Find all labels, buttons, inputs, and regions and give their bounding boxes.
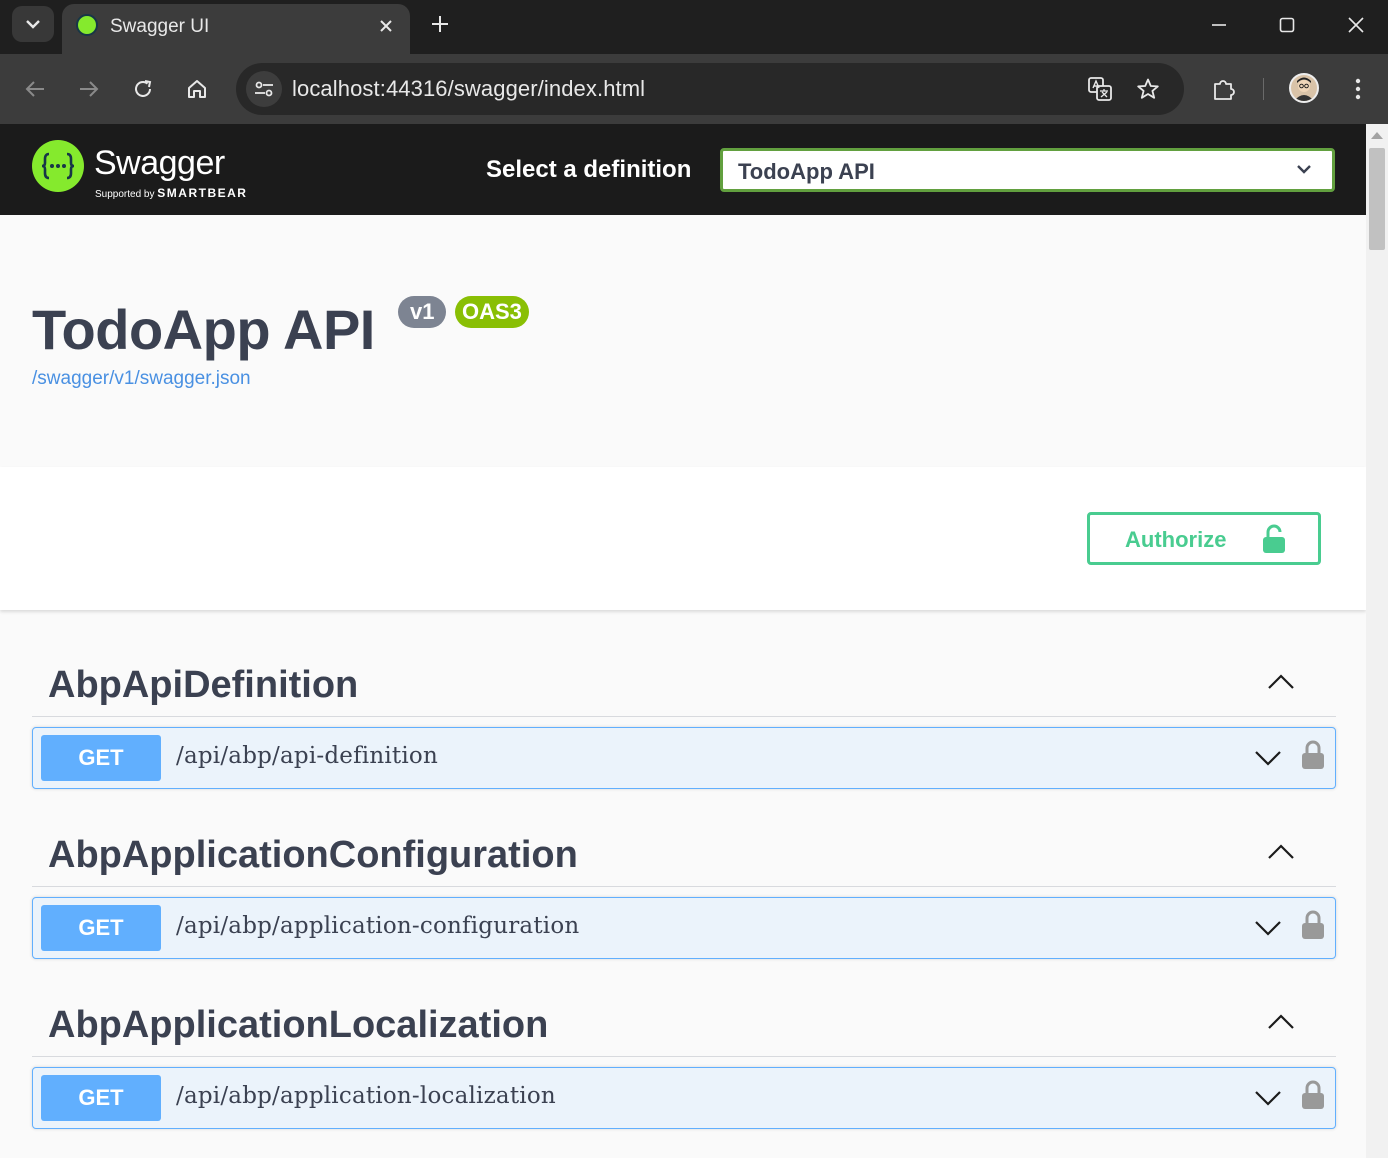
operation-get-application-localization[interactable]: GET /api/abp/application-localization <box>32 1067 1336 1129</box>
back-button[interactable] <box>17 71 53 107</box>
user-avatar-icon <box>1294 77 1314 101</box>
operation-get-api-definition[interactable]: GET /api/abp/api-definition <box>32 727 1336 789</box>
browser-toolbar: localhost:44316/swagger/index.html <box>0 54 1388 124</box>
tag-section-header[interactable]: AbpApiDefinition <box>32 654 1336 717</box>
lock-icon[interactable] <box>1301 1080 1325 1110</box>
chevron-down-icon[interactable] <box>1253 1088 1283 1108</box>
api-title: TodoApp API <box>32 298 375 361</box>
operation-path: /api/abp/application-localization <box>176 1083 556 1109</box>
minimize-button[interactable] <box>1199 8 1239 42</box>
http-method-badge: GET <box>41 905 161 951</box>
translate-button[interactable] <box>1082 71 1118 107</box>
api-info: TodoApp API v1 OAS3 /swagger/v1/swagger.… <box>0 215 1366 467</box>
definition-select-value: TodoApp API <box>738 159 875 184</box>
http-method-badge: GET <box>41 1075 161 1121</box>
definition-select[interactable]: TodoApp API <box>720 148 1335 192</box>
tag-section-title: AbpApplicationConfiguration <box>48 834 578 876</box>
swagger-logo-text: Swagger <box>94 144 225 182</box>
browser-tab-bar: Swagger UI <box>0 0 1388 54</box>
page-viewport: Swagger Supported by SMARTBEAR Select a … <box>0 124 1366 1158</box>
minimize-icon <box>1212 24 1226 26</box>
tagline-brand: SMARTBEAR <box>157 186 248 200</box>
swagger-json-link[interactable]: /swagger/v1/swagger.json <box>32 368 251 390</box>
operation-path: /api/abp/application-configuration <box>176 913 580 939</box>
plus-icon <box>432 16 448 32</box>
bookmark-button[interactable] <box>1130 71 1166 107</box>
http-method-badge: GET <box>41 735 161 781</box>
tab-search-button[interactable] <box>12 6 54 42</box>
scroll-up-arrow-icon[interactable] <box>1371 132 1383 139</box>
more-vertical-icon <box>1355 78 1361 100</box>
chevron-down-icon <box>26 20 40 29</box>
profile-avatar[interactable] <box>1289 73 1319 103</box>
scrollbar-thumb[interactable] <box>1369 148 1385 250</box>
chevron-down-icon <box>1297 165 1311 174</box>
toolbar-divider <box>1263 78 1264 100</box>
lock-icon[interactable] <box>1301 740 1325 770</box>
select-definition-label: Select a definition <box>486 156 692 183</box>
extensions-button[interactable] <box>1206 71 1242 107</box>
browser-tab-active[interactable]: Swagger UI <box>62 4 410 54</box>
operation-path: /api/abp/api-definition <box>176 743 438 769</box>
home-button[interactable] <box>179 71 215 107</box>
reload-button[interactable] <box>125 71 161 107</box>
chevron-down-icon[interactable] <box>1253 748 1283 768</box>
tune-icon <box>255 81 273 97</box>
chevron-up-icon[interactable] <box>1266 672 1296 692</box>
close-window-button[interactable] <box>1336 8 1376 42</box>
maximize-icon <box>1279 17 1295 33</box>
arrow-left-icon <box>25 81 44 97</box>
close-icon <box>380 20 392 32</box>
forward-button[interactable] <box>71 71 107 107</box>
authorize-label: Authorize <box>1125 527 1227 552</box>
chevron-down-icon[interactable] <box>1253 918 1283 938</box>
tagline-prefix: Supported by <box>95 189 155 200</box>
swagger-favicon-icon <box>76 14 98 36</box>
tab-close-button[interactable] <box>372 12 400 40</box>
puzzle-icon <box>1214 80 1235 100</box>
scheme-container: Authorize <box>0 467 1366 610</box>
maximize-button[interactable] <box>1267 8 1307 42</box>
page-scrollbar[interactable] <box>1366 124 1388 1158</box>
address-bar[interactable]: localhost:44316/swagger/index.html <box>236 63 1184 115</box>
swagger-logo-icon[interactable] <box>32 140 84 192</box>
arrow-right-icon <box>80 81 99 97</box>
tag-section-title: AbpApplicationLocalization <box>48 1004 549 1046</box>
authorize-button[interactable]: Authorize <box>1087 512 1321 565</box>
chevron-up-icon[interactable] <box>1266 842 1296 862</box>
swagger-topbar: Swagger Supported by SMARTBEAR Select a … <box>0 124 1366 215</box>
version-badge: v1 <box>398 296 447 328</box>
lock-icon[interactable] <box>1301 910 1325 940</box>
chevron-up-icon[interactable] <box>1266 1012 1296 1032</box>
oas-badge: OAS3 <box>455 296 529 328</box>
home-icon <box>188 80 206 98</box>
close-icon <box>1348 17 1364 33</box>
tag-section-header[interactable]: AbpApplicationConfiguration <box>32 824 1336 887</box>
new-tab-button[interactable] <box>424 8 456 40</box>
unlocked-icon <box>1263 524 1285 553</box>
operation-get-application-configuration[interactable]: GET /api/abp/application-configuration <box>32 897 1336 959</box>
url-text: localhost:44316/swagger/index.html <box>292 76 646 101</box>
reload-icon <box>135 80 152 97</box>
site-info-button[interactable] <box>246 71 282 107</box>
tag-section-title: AbpApiDefinition <box>48 664 359 706</box>
star-icon <box>1137 78 1159 99</box>
tag-section-header[interactable]: AbpApplicationLocalization <box>32 994 1336 1057</box>
browser-menu-button[interactable] <box>1340 71 1376 107</box>
smartbear-tagline: Supported by SMARTBEAR <box>95 186 247 200</box>
translate-icon <box>1088 77 1112 101</box>
tab-title: Swagger UI <box>110 16 210 37</box>
